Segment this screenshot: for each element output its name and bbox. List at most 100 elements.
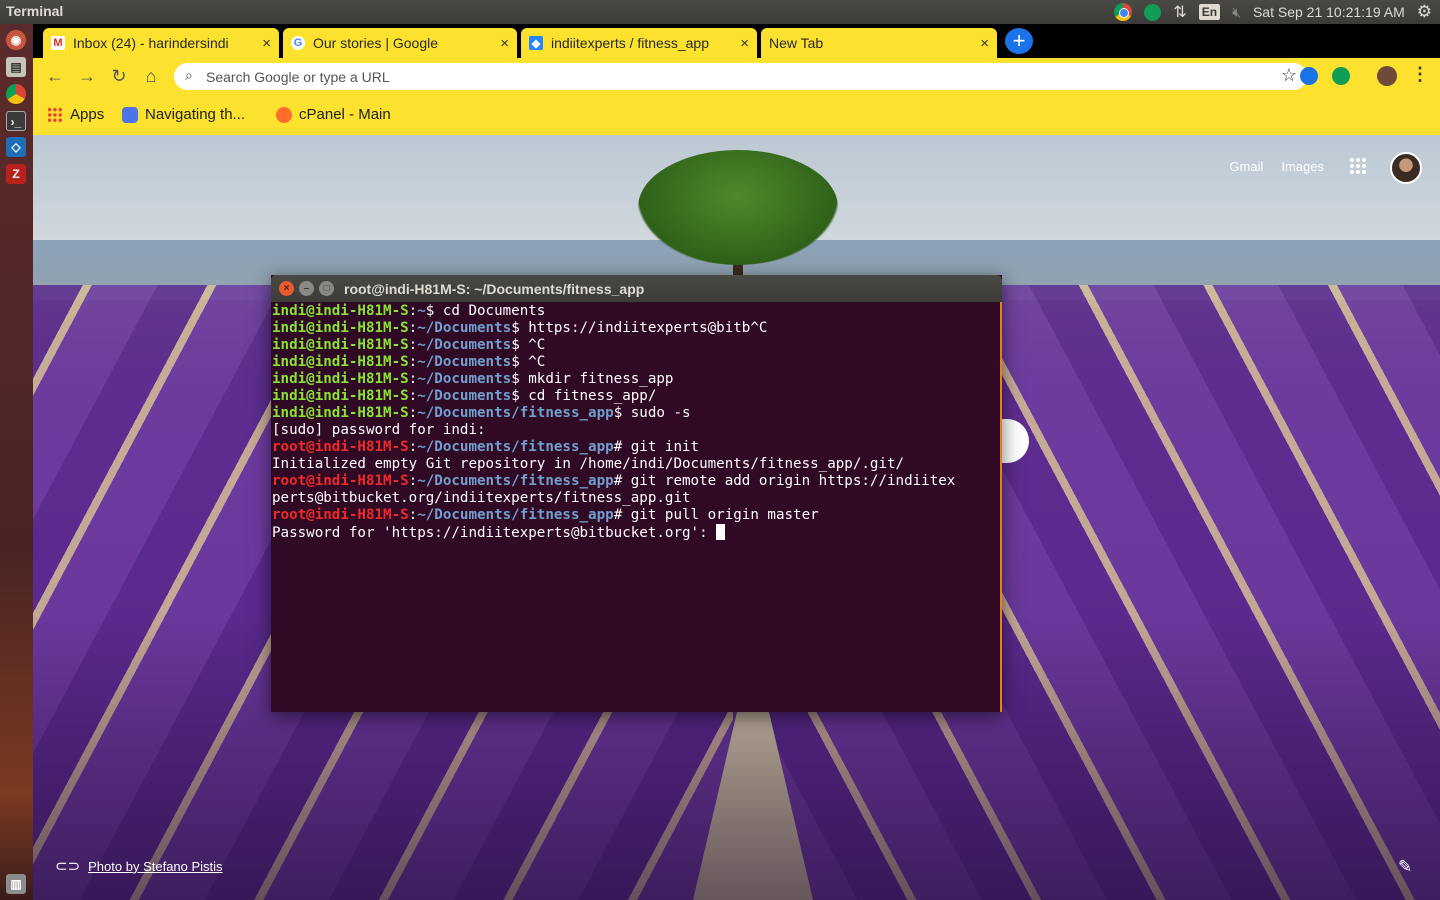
profile-avatar[interactable] [1377,66,1397,86]
bookmark-navigating[interactable]: Navigating th... [122,106,245,123]
keyboard-layout-indicator[interactable]: En [1198,4,1221,20]
close-window-icon[interactable]: × [279,281,294,296]
terminal-text: : [408,303,418,319]
tab-title: indiitexperts / fitness_app [551,35,709,51]
network-icon[interactable]: ⇅ [1173,2,1186,22]
terminal-titlebar[interactable]: × – □ root@indi-H81M-S: ~/Documents/fitn… [271,275,1002,302]
bookmark-apps[interactable]: Apps [47,106,104,123]
terminal-line: indi@indi-H81M-S:~/Documents/fitness_app… [272,405,1000,422]
terminal-text: : [408,388,418,404]
terminal-line: indi@indi-H81M-S:~/Documents$ ^C [272,354,1000,371]
omnibox-input[interactable] [206,67,1246,86]
browser-tab-strip: M Inbox (24) - harindersindi × G Our sto… [33,24,1440,58]
bookmarks-bar: Apps Navigating th... cPanel - Main [33,95,1440,135]
prompt-path: ~/Documents [417,320,512,336]
chrome-menu-icon[interactable]: ⋮ [1411,64,1429,85]
tab-close-icon[interactable]: × [262,35,271,52]
top-panel: Terminal ⇅ En 🔇︎ Sat Sep 21 10:21:19 AM … [0,0,1440,24]
terminal-line: indi@indi-H81M-S:~/Documents$ ^C [272,337,1000,354]
navigating-icon [122,106,138,123]
terminal-line: root@indi-H81M-S:~/Documents/fitness_app… [272,507,1000,524]
files-icon[interactable]: ▤ [6,57,26,77]
vscode-icon[interactable]: ◇ [6,137,26,157]
volume-muted-icon[interactable]: 🔇︎ [1232,4,1241,21]
back-arrow-icon[interactable]: ← [43,64,67,88]
terminal-text: : [408,473,418,489]
terminal-text: # git init [613,439,700,455]
maximize-window-icon[interactable]: □ [319,281,334,296]
system-tray: ⇅ En 🔇︎ Sat Sep 21 10:21:19 AM ⚙ [1114,0,1432,24]
prompt-path: ~/Documents [417,388,512,404]
account-avatar[interactable] [1390,152,1422,184]
link-icon: ⊂⊃ [55,858,81,875]
settings-gear-icon[interactable]: ⚙ [1417,2,1432,22]
bookmark-label: cPanel - Main [299,106,391,123]
minimize-window-icon[interactable]: – [299,281,314,296]
prompt-user: root@indi-H81M-S [272,473,409,489]
google-icon: G [291,36,305,50]
terminal-text: $ cd fitness_app/ [511,388,657,404]
forward-arrow-icon[interactable]: → [75,64,99,88]
reload-icon[interactable]: ↻ [107,64,131,88]
bookmark-cpanel[interactable]: cPanel - Main [276,106,391,123]
terminal-line: Initialized empty Git repository in /hom… [272,456,1000,473]
terminal-text: : [408,405,418,421]
tree-canopy [638,150,838,265]
tab-close-icon[interactable]: × [740,35,749,52]
terminal-text: # git pull origin master [613,507,819,523]
terminal-text: : [408,320,418,336]
gmail-link[interactable]: Gmail [1229,159,1263,174]
terminal-line: indi@indi-H81M-S:~/Documents$ mkdir fitn… [272,371,1000,388]
gmail-icon: M [51,36,65,50]
apps-grid-icon [47,106,63,123]
text-cursor [716,524,726,540]
hangouts-icon[interactable] [1144,3,1162,21]
google-apps-icon[interactable] [1349,157,1367,175]
ubuntu-dash-icon[interactable]: ◉ [6,30,26,50]
photo-credit[interactable]: ⊂⊃ Photo by Stefano Pistis [55,857,223,875]
terminal-line: indi@indi-H81M-S:~/Documents$ https://in… [272,320,1000,337]
tab-close-icon[interactable]: × [980,35,989,52]
filezilla-icon[interactable]: Z [6,164,26,184]
chrome-icon[interactable] [6,84,26,104]
hangouts-extension-icon[interactable] [1332,67,1350,85]
browser-tab-bitbucket[interactable]: ◆ indiitexperts / fitness_app × [521,28,757,58]
tab-close-icon[interactable]: × [500,35,509,52]
search-icon: ⌕ [185,67,193,83]
prompt-user: indi@indi-H81M-S [272,405,409,421]
extension-icon[interactable] [1300,67,1318,85]
active-app-name: Terminal [6,3,64,19]
clock[interactable]: Sat Sep 21 10:21:19 AM [1253,4,1405,20]
chrome-icon[interactable] [1114,3,1133,21]
images-link[interactable]: Images [1281,159,1324,174]
terminal-text: $ ^C [511,337,546,353]
omnibox[interactable]: ⌕ ☆ [174,63,1307,90]
trash-icon[interactable]: ▥ [6,874,26,894]
prompt-user: indi@indi-H81M-S [272,354,409,370]
terminal-text: : [408,371,418,387]
top-links: Gmail Images [1229,159,1324,174]
tab-title: Inbox (24) - harindersindi [73,35,229,51]
terminal-text: : [408,354,418,370]
terminal-output[interactable]: indi@indi-H81M-S:~$ cd Documents indi@ind… [272,303,1000,712]
browser-tab-gmail[interactable]: M Inbox (24) - harindersindi × [43,28,279,58]
prompt-user: indi@indi-H81M-S [272,303,409,319]
photo-credit-link[interactable]: Photo by Stefano Pistis [88,859,222,874]
terminal-text: $ sudo -s [613,405,691,421]
terminal-window[interactable]: × – □ root@indi-H81M-S: ~/Documents/fitn… [271,275,1002,712]
new-tab-button[interactable]: + [1005,28,1033,54]
home-icon[interactable]: ⌂ [139,64,163,88]
terminal-title: root@indi-H81M-S: ~/Documents/fitness_ap… [344,281,645,297]
bookmark-label: Apps [70,106,105,123]
browser-tab-new-tab[interactable]: New Tab × [761,28,997,58]
terminal-line: [sudo] password for indi: [272,422,1000,439]
terminal-text: : [408,507,418,523]
terminal-text: perts@bitbucket.org/indiitexperts/fitnes… [272,490,691,506]
bookmark-star-icon[interactable]: ☆ [1281,65,1297,86]
terminal-line: perts@bitbucket.org/indiitexperts/fitnes… [272,490,1000,507]
terminal-text: $ https://indiitexperts@bitb^C [511,320,768,336]
terminal-text: # git remote add origin https://indiitex [613,473,956,489]
terminal-icon[interactable]: ›_ [6,111,26,131]
browser-tab-google[interactable]: G Our stories | Google × [283,28,517,58]
customize-pencil-icon[interactable]: ✎ [1398,857,1412,877]
